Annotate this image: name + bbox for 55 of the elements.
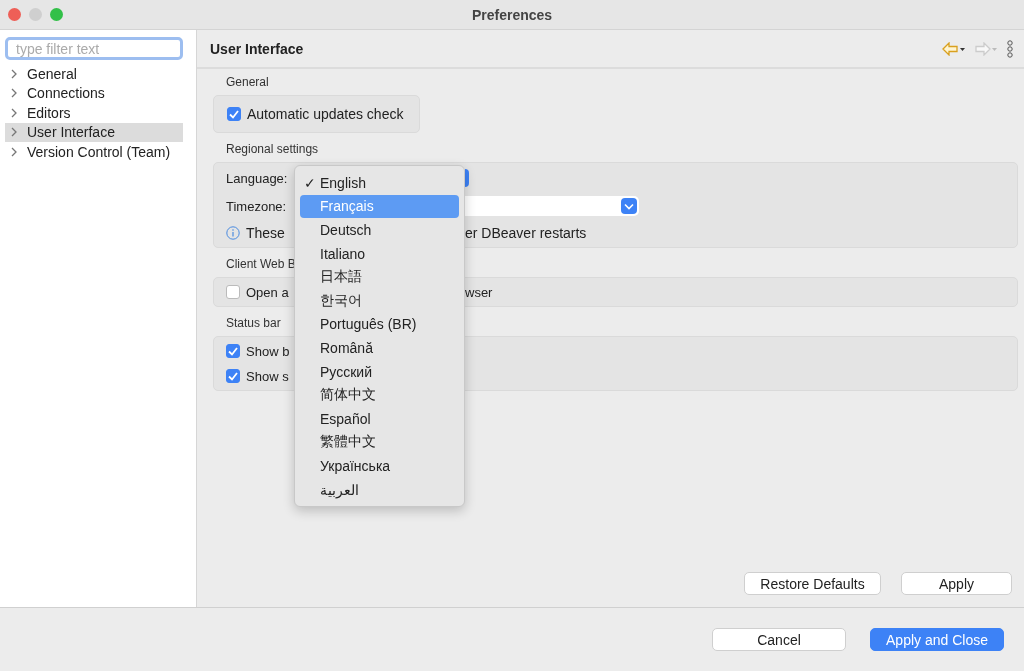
checkbox-label: Show s <box>246 368 289 384</box>
checkbox-label: Automatic updates check <box>247 106 404 122</box>
menu-item[interactable]: Українська <box>300 454 459 478</box>
checkbox-label: Open a <box>246 284 289 300</box>
field-label: Language: <box>226 170 288 186</box>
page-button[interactable]: Apply <box>901 572 1012 595</box>
window-title: Preferences <box>471 6 553 23</box>
menu-item[interactable]: 한국어 <box>300 288 459 313</box>
checkbox[interactable] <box>227 107 241 121</box>
menu-item[interactable]: Español <box>300 406 459 431</box>
menu-item[interactable]: 繁體中文 <box>300 430 459 455</box>
section-title: General <box>226 75 269 89</box>
checkbox[interactable] <box>226 285 240 299</box>
chevron-icon <box>11 127 17 138</box>
tree-item[interactable]: Connections <box>5 83 183 103</box>
menu-item[interactable]: Português (BR) <box>300 312 459 337</box>
chevron-icon <box>11 68 17 79</box>
checkbox-label: Show b <box>246 343 290 359</box>
section-title: Regional settings <box>226 142 319 156</box>
page-title: User Interface <box>210 40 304 57</box>
menu-item[interactable]: Italiano <box>300 241 459 266</box>
checkbox-label: wser <box>465 284 493 300</box>
tree-item[interactable]: Editors <box>5 103 183 123</box>
info-text: er DBeaver restarts <box>465 225 587 241</box>
menu-item[interactable]: العربية <box>300 477 459 502</box>
back-arrow-icon[interactable] <box>942 41 966 56</box>
page-button[interactable]: Restore Defaults <box>744 572 881 595</box>
chevron-down-icon <box>621 198 637 214</box>
checkmark-icon: ✓ <box>304 174 316 191</box>
tree-item[interactable]: User Interface <box>5 122 183 142</box>
info-text: These <box>246 225 285 241</box>
menu-item[interactable]: Română <box>300 336 459 360</box>
dialog-button[interactable]: Cancel <box>712 628 846 651</box>
filter-field[interactable]: type filter text <box>5 37 183 60</box>
timezone-dropdown[interactable] <box>465 196 639 216</box>
field-label: Timezone: <box>226 198 287 214</box>
chevron-icon <box>11 146 17 157</box>
chevron-icon <box>11 107 17 118</box>
checkbox[interactable] <box>226 344 240 358</box>
dialog-button[interactable]: Apply and Close <box>870 628 1004 651</box>
more-icon[interactable] <box>1006 39 1014 58</box>
menu-item[interactable]: Deutsch <box>300 218 459 242</box>
menu-item[interactable]: ✓ English <box>300 171 459 195</box>
menu-item[interactable]: 日本語 <box>300 265 459 289</box>
zoom-button[interactable] <box>50 8 63 21</box>
chevron-icon <box>11 88 17 99</box>
menu-item[interactable]: Русский <box>300 359 459 384</box>
close-button[interactable] <box>8 8 21 21</box>
tree-item[interactable]: General <box>5 64 183 84</box>
dropdown-button-edge[interactable] <box>465 169 469 187</box>
menu-item[interactable]: 简体中文 <box>300 383 459 407</box>
tree-item[interactable]: Version Control (Team) <box>5 142 183 162</box>
section-title: Status bar <box>226 316 281 330</box>
info-icon <box>226 226 240 240</box>
checkbox[interactable] <box>226 369 240 383</box>
